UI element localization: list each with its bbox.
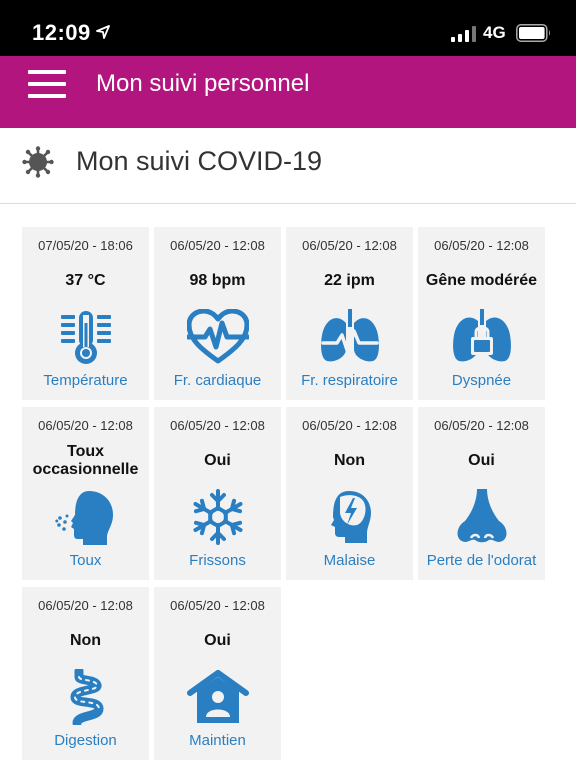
card-value: Non	[333, 452, 366, 469]
card-label: Frissons	[189, 552, 246, 569]
card-respiratory-rate[interactable]: 06/05/20 - 12:08 22 ipm Fr. respiratoire	[286, 227, 413, 400]
page-title: Mon suivi COVID-19	[76, 146, 323, 176]
snowflake-icon	[190, 489, 246, 545]
card-label: Température	[43, 372, 128, 389]
card-value: Oui	[204, 452, 231, 469]
card-value: Oui	[204, 632, 231, 649]
card-stay-home[interactable]: 06/05/20 - 12:08 Oui Maintien	[154, 587, 281, 760]
location-arrow-icon	[96, 25, 110, 39]
lungs-icon	[321, 309, 379, 362]
card-date: 06/05/20 - 12:08	[434, 418, 529, 433]
card-label: Perte de l'odorat	[426, 552, 537, 569]
thermometer-icon	[61, 311, 111, 364]
card-value: Gêne modérée	[425, 272, 538, 289]
app-header: Mon suivi personnel	[0, 56, 576, 128]
cough-icon	[55, 491, 113, 545]
card-value: 37 °C	[65, 272, 106, 289]
intestine-icon	[70, 669, 104, 725]
card-date: 06/05/20 - 12:08	[302, 238, 397, 253]
card-value: 22 ipm	[324, 272, 375, 289]
card-date: 06/05/20 - 12:08	[170, 238, 265, 253]
card-date: 06/05/20 - 12:08	[38, 418, 133, 433]
card-digestion[interactable]: 06/05/20 - 12:08 Non Digestion	[22, 587, 149, 760]
card-date: 06/05/20 - 12:08	[38, 598, 133, 613]
nose-icon	[457, 489, 507, 543]
heart-rate-icon	[187, 309, 249, 364]
card-label: Fr. respiratoire	[301, 372, 398, 389]
card-cough[interactable]: 06/05/20 - 12:08 Toux occasionnelle Toux	[22, 407, 149, 580]
app-title: Mon suivi personnel	[96, 70, 310, 97]
status-time: 12:09	[32, 20, 91, 45]
card-value: Non	[69, 632, 102, 649]
signal-icon	[451, 26, 476, 42]
card-label: Fr. cardiaque	[173, 372, 262, 389]
status-bar: 12:09 4G	[0, 0, 576, 56]
lungs-lock-icon	[453, 309, 511, 362]
card-heart-rate[interactable]: 06/05/20 - 12:08 98 bpm Fr. cardiaque	[154, 227, 281, 400]
card-label: Digestion	[54, 732, 117, 749]
card-chills[interactable]: 06/05/20 - 12:08 Oui Frissons	[154, 407, 281, 580]
card-smell-loss[interactable]: 06/05/20 - 12:08 Oui Perte de l'odorat	[418, 407, 545, 580]
card-date: 06/05/20 - 12:08	[170, 598, 265, 613]
card-value: Oui	[468, 452, 495, 469]
card-date: 06/05/20 - 12:08	[302, 418, 397, 433]
card-date: 06/05/20 - 12:08	[434, 238, 529, 253]
home-person-icon	[187, 670, 249, 723]
card-date: 06/05/20 - 12:08	[170, 418, 265, 433]
virus-icon	[22, 146, 54, 178]
card-label: Malaise	[323, 552, 376, 569]
card-label: Maintien	[189, 732, 246, 749]
menu-button[interactable]	[28, 70, 66, 100]
card-label: Dyspnée	[451, 372, 512, 389]
page-heading: Mon suivi COVID-19	[0, 128, 576, 204]
card-value: 98 bpm	[189, 272, 246, 289]
card-date: 07/05/20 - 18:06	[38, 238, 133, 253]
card-malaise[interactable]: 06/05/20 - 12:08 Non Malaise	[286, 407, 413, 580]
card-dyspnea[interactable]: 06/05/20 - 12:08 Gêne modérée Dyspnée	[418, 227, 545, 400]
card-temperature[interactable]: 07/05/20 - 18:06 37 °C Température	[22, 227, 149, 400]
battery-icon	[516, 24, 550, 42]
card-value: Toux occasionnelle	[32, 443, 139, 478]
card-label: Toux	[69, 552, 102, 569]
network-type: 4G	[483, 23, 506, 42]
head-lightning-icon	[331, 491, 371, 543]
